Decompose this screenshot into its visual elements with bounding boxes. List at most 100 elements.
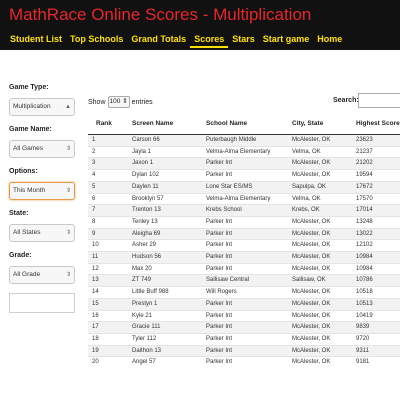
rank-cell: 17 <box>88 321 128 334</box>
score-cell: 13022 <box>352 227 400 240</box>
rank-cell: 7 <box>88 204 128 217</box>
grade-select[interactable]: All Grade ⇕ <box>9 266 75 284</box>
score-cell: 10984 <box>352 251 400 264</box>
rank-cell: 6 <box>88 192 128 205</box>
city-state-cell: Velma, OK <box>288 192 352 205</box>
school-name-cell: Velma-Alma Elementary <box>202 192 288 205</box>
col-header-screen-name[interactable]: Screen Name <box>128 112 202 135</box>
rank-cell: 4 <box>88 169 128 182</box>
screen-name-cell: Tenley 13 <box>128 215 202 229</box>
city-state-cell: McAlester, OK <box>288 262 352 275</box>
screen-name-cell: Dylan 102 <box>128 169 202 182</box>
nav-start-game[interactable]: Start game <box>259 33 314 45</box>
table-row: 8 Tenley 13 Parker Int McAlester, OK 13248 <box>88 215 400 229</box>
screen-name-cell: Angel 57 <box>128 356 202 369</box>
col-header-rank[interactable]: Rank <box>88 112 128 135</box>
rank-cell: 20 <box>88 356 128 369</box>
table-row: 19 Daithon 13 Parker Int McAlester, OK 9311 <box>88 344 400 357</box>
city-state-cell: Krebs, OK <box>288 204 352 217</box>
city-state-cell: Sallisaw, OK <box>288 274 352 287</box>
school-name-cell: Parker Int <box>202 332 288 346</box>
scores-table: Rank Screen Name School Name City, State… <box>88 112 400 369</box>
city-state-cell: McAlester, OK <box>288 227 352 240</box>
school-name-cell: Sallisaw Central <box>202 274 288 287</box>
score-cell: 21237 <box>352 145 400 158</box>
city-state-cell: McAlester, OK <box>288 169 352 182</box>
options-label: Options: <box>9 168 38 175</box>
school-name-cell: Puterbaugh Middle <box>202 134 288 147</box>
top-header: MathRace Online Scores - Multiplication … <box>0 0 400 50</box>
score-cell: 9311 <box>352 344 400 357</box>
state-select[interactable]: All States ⇕ <box>9 224 75 242</box>
game-type-value: Multiplication <box>13 103 51 110</box>
table-row: 3 Jaxon 1 Parker Int McAlester, OK 21202 <box>88 157 400 170</box>
city-state-cell: McAlester, OK <box>288 309 352 322</box>
school-name-cell: Parker Int <box>202 297 288 311</box>
school-name-cell: Velma-Alma Elementary <box>202 145 288 158</box>
score-cell: 13248 <box>352 215 400 229</box>
score-cell: 10984 <box>352 262 400 275</box>
col-header-school-name[interactable]: School Name <box>202 112 288 135</box>
select-arrows-icon: ⇕ <box>65 146 71 152</box>
table-row: 10 Asher 29 Parker Int McAlester, OK 12102 <box>88 239 400 252</box>
nav-student-list[interactable]: Student List <box>6 33 66 45</box>
school-name-cell: Will Rogers <box>202 286 288 299</box>
city-state-cell: McAlester, OK <box>288 157 352 170</box>
game-name-select[interactable]: All Games ⇕ <box>9 140 75 158</box>
screen-name-cell: Aleigha 69 <box>128 227 202 240</box>
rank-cell: 13 <box>88 274 128 287</box>
table-body: 1 Carson 66 Puterbaugh Middle McAlester, OK… <box>88 134 400 369</box>
main-nav: Student List Top Schools Grand Totals Sc… <box>6 33 346 50</box>
options-select[interactable]: This Month ⇕ <box>9 182 75 200</box>
screen-name-cell: Tyler 112 <box>128 332 202 346</box>
city-state-cell: McAlester, OK <box>288 332 352 346</box>
screen-name-cell: Jayla 1 <box>128 145 202 158</box>
rank-cell: 18 <box>88 332 128 346</box>
table-row: 17 Gracie 111 Parker Int McAlester, OK 9839 <box>88 321 400 334</box>
score-cell: 9839 <box>352 321 400 334</box>
score-cell: 9720 <box>352 332 400 346</box>
rank-cell: 19 <box>88 344 128 357</box>
search-input[interactable] <box>358 93 400 108</box>
col-header-city-state[interactable]: City, State <box>288 112 352 135</box>
table-row: 1 Carson 66 Puterbaugh Middle McAlester, OK… <box>88 134 400 147</box>
nav-top-schools[interactable]: Top Schools <box>66 33 127 45</box>
rank-cell: 8 <box>88 215 128 229</box>
school-name-cell: Krebs School <box>202 204 288 217</box>
score-cell: 17014 <box>352 204 400 217</box>
score-cell: 21202 <box>352 157 400 170</box>
rank-cell: 14 <box>88 286 128 299</box>
screen-name-cell: Kyle 21 <box>128 309 202 322</box>
nav-home[interactable]: Home <box>313 33 346 45</box>
entries-select[interactable]: 100 ⇕ <box>107 96 130 108</box>
nav-grand-totals[interactable]: Grand Totals <box>127 33 190 45</box>
city-state-cell: McAlester, OK <box>288 297 352 311</box>
screen-name-cell: Brooklyn 57 <box>128 192 202 205</box>
nav-stars[interactable]: Stars <box>228 33 259 45</box>
screen-name-cell: Trenton 13 <box>128 204 202 217</box>
school-name-cell: Parker Int <box>202 262 288 275</box>
col-header-highest-score[interactable]: Highest Score <box>352 112 400 135</box>
filter-text-input[interactable] <box>9 293 75 313</box>
table-row: 9 Aleigha 69 Parker Int McAlester, OK 13022 <box>88 227 400 240</box>
screen-name-cell: Daithon 13 <box>128 344 202 357</box>
school-name-cell: Parker Int <box>202 169 288 182</box>
entries-control: Show 100 ⇕ entries <box>88 96 153 108</box>
table-row: 18 Tyler 112 Parker Int McAlester, OK 9720 <box>88 332 400 346</box>
rank-cell: 12 <box>88 262 128 275</box>
school-name-cell: Parker Int <box>202 157 288 170</box>
city-state-cell: Velma, OK <box>288 145 352 158</box>
table-row: 7 Trenton 13 Krebs School Krebs, OK 17014 <box>88 204 400 217</box>
score-cell: 10419 <box>352 309 400 322</box>
game-type-select[interactable]: Multiplication ▲︎ <box>9 98 75 116</box>
screen-name-cell: Gracie 111 <box>128 321 202 334</box>
city-state-cell: McAlester, OK <box>288 134 352 147</box>
show-label: Show <box>88 98 106 106</box>
rank-cell: 9 <box>88 227 128 240</box>
rank-cell: 3 <box>88 157 128 170</box>
nav-scores[interactable]: Scores <box>190 33 229 48</box>
game-type-label: Game Type: <box>9 84 49 91</box>
score-cell: 9181 <box>352 356 400 369</box>
screen-name-cell: Asher 29 <box>128 239 202 252</box>
state-value: All States <box>13 229 41 236</box>
